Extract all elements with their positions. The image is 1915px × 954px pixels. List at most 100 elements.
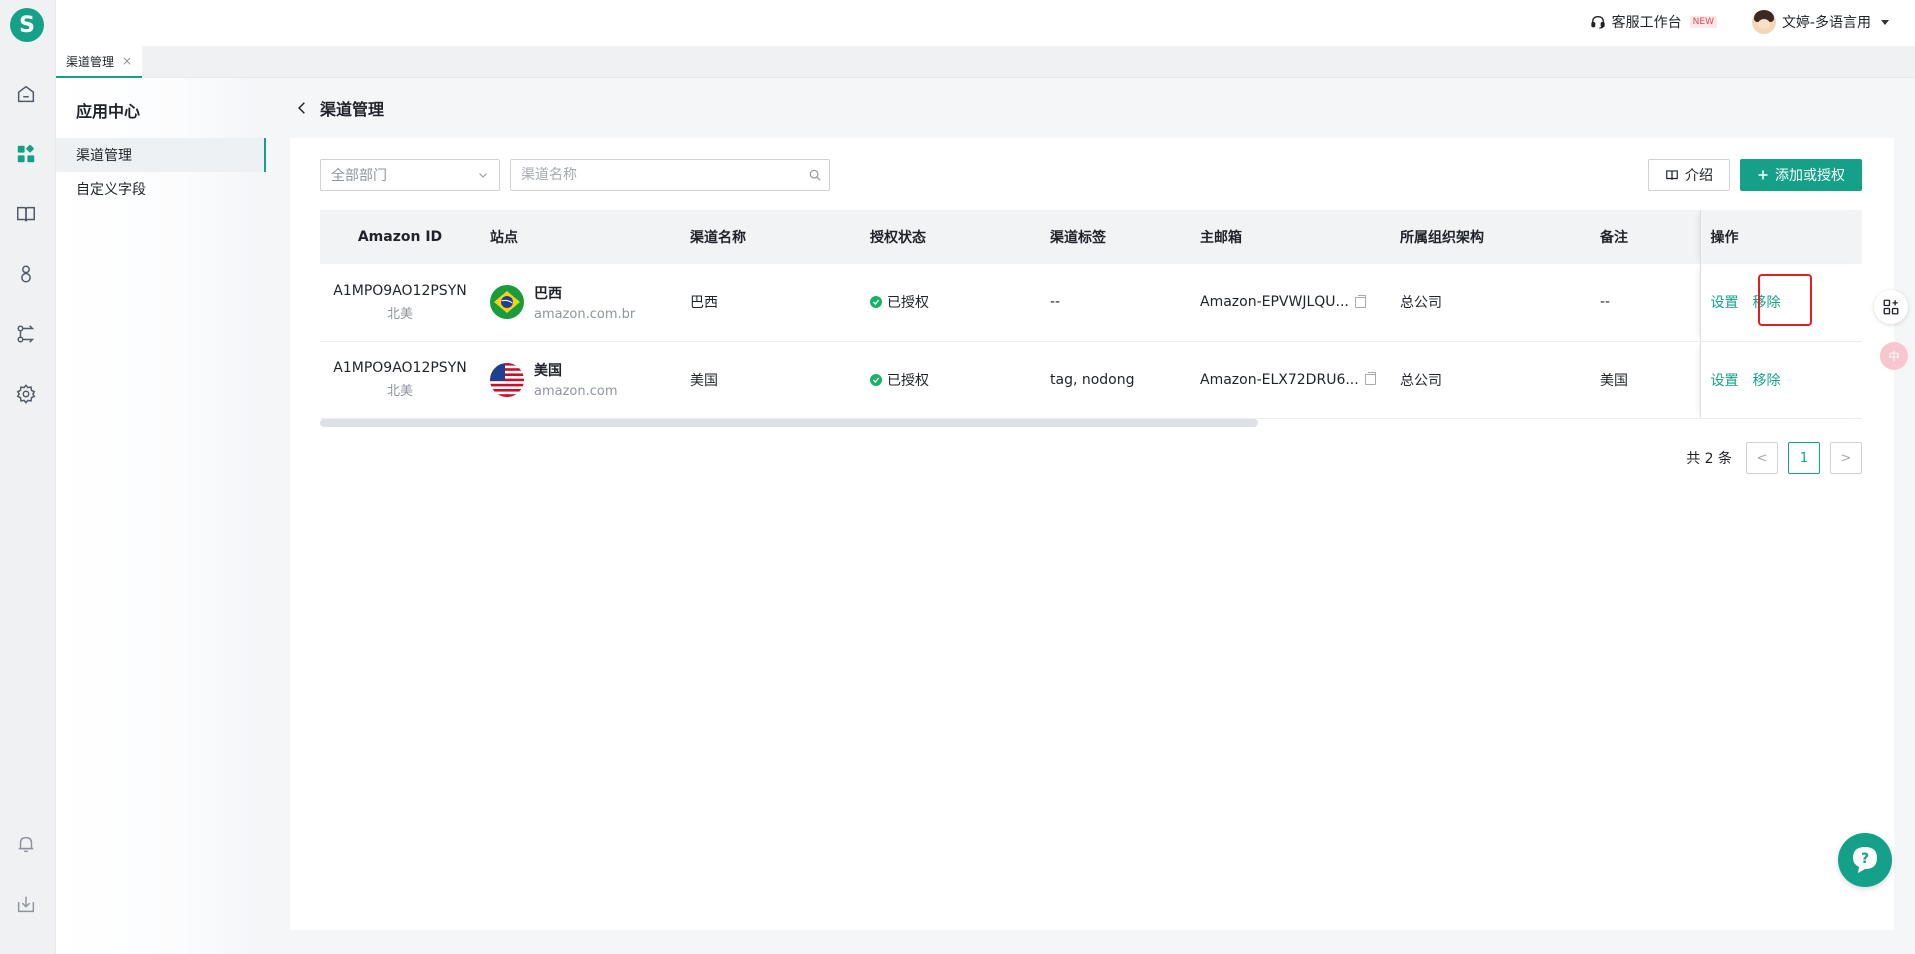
col-organization: 所属组织架构 bbox=[1390, 210, 1590, 264]
channel-name: 美国 bbox=[680, 341, 860, 419]
channel-tags: -- bbox=[1040, 264, 1190, 342]
download-icon[interactable] bbox=[14, 892, 38, 916]
next-page-button[interactable]: > bbox=[1830, 442, 1862, 474]
headset-icon bbox=[1591, 15, 1605, 29]
language-badge[interactable]: 中 bbox=[1880, 342, 1908, 370]
top-bar: 客服工作台 NEW 文婷-多语言用 bbox=[56, 0, 1915, 46]
table-row: A1MPO9AO12PSYN 北美 美国 amazon.com 美国 已授权 t… bbox=[320, 341, 1862, 419]
apps-icon[interactable] bbox=[14, 142, 38, 166]
department-select[interactable]: 全部部门 bbox=[320, 159, 500, 191]
region: 北美 bbox=[386, 306, 413, 322]
auth-status-cell: 已授权 bbox=[860, 264, 1040, 342]
new-badge: NEW bbox=[1689, 16, 1717, 28]
horizontal-scrollbar[interactable] bbox=[320, 419, 1258, 427]
amazon-id-cell: A1MPO9AO12PSYN 北美 bbox=[320, 341, 480, 419]
auth-status: 已授权 bbox=[887, 372, 929, 389]
sidebar-item-label: 渠道管理 bbox=[76, 148, 132, 164]
search-input[interactable] bbox=[511, 167, 801, 183]
remove-link[interactable]: 移除 bbox=[1753, 373, 1781, 389]
user-name: 文婷-多语言用 bbox=[1781, 15, 1871, 31]
app-add-icon[interactable] bbox=[1874, 290, 1908, 324]
usa-flag-icon bbox=[490, 362, 524, 397]
help-chat-icon: ? bbox=[1853, 847, 1877, 873]
plus-icon bbox=[1758, 170, 1768, 180]
site-cell: 美国 amazon.com bbox=[480, 341, 680, 419]
help-button[interactable]: ? bbox=[1838, 833, 1892, 887]
operations-cell: 设置 移除 bbox=[1699, 264, 1862, 342]
flow-icon[interactable] bbox=[14, 322, 38, 346]
avatar bbox=[1751, 10, 1776, 34]
main-card: 全部部门 介绍 添加或授权 Amazon ID 站点 渠道名称 授权状态 渠道标… bbox=[290, 138, 1894, 930]
back-icon[interactable] bbox=[292, 98, 312, 118]
page-title: 渠道管理 bbox=[320, 100, 385, 119]
add-or-authorize-button[interactable]: 添加或授权 bbox=[1740, 159, 1862, 191]
primary-email: Amazon-EPVWJLQU... bbox=[1200, 294, 1349, 311]
col-auth-status: 授权状态 bbox=[860, 210, 1040, 264]
close-icon[interactable]: × bbox=[122, 54, 132, 68]
sidebar-item-label: 自定义字段 bbox=[76, 182, 146, 198]
email-cell: Amazon-ELX72DRU6... bbox=[1190, 341, 1390, 419]
col-amazon-id: Amazon ID bbox=[320, 210, 480, 264]
add-button-label: 添加或授权 bbox=[1775, 168, 1845, 184]
intro-button-label: 介绍 bbox=[1685, 168, 1713, 184]
prev-page-button[interactable]: < bbox=[1746, 442, 1778, 474]
book-icon bbox=[1666, 170, 1678, 180]
site-url: amazon.com.br bbox=[534, 306, 636, 322]
workspace-link[interactable]: 客服工作台 NEW bbox=[1590, 12, 1717, 32]
gear-icon[interactable] bbox=[14, 382, 38, 406]
channel-tags: tag, nodong bbox=[1040, 341, 1190, 419]
auth-status-cell: 已授权 bbox=[860, 341, 1040, 419]
amazon-id: A1MPO9AO12PSYN bbox=[333, 360, 467, 376]
email-cell: Amazon-EPVWJLQU... bbox=[1190, 264, 1390, 342]
sidebar-title: 应用中心 bbox=[76, 102, 141, 121]
left-rail: S bbox=[0, 0, 56, 954]
home-icon[interactable] bbox=[14, 82, 38, 106]
book-icon[interactable] bbox=[14, 202, 38, 226]
search-icon[interactable] bbox=[801, 168, 829, 182]
check-circle-icon bbox=[870, 373, 882, 386]
copy-icon[interactable] bbox=[1364, 372, 1376, 385]
amazon-id-cell: A1MPO9AO12PSYN 北美 bbox=[320, 264, 480, 342]
settings-link[interactable]: 设置 bbox=[1711, 295, 1739, 311]
page-header: 渠道管理 bbox=[266, 78, 1915, 138]
pagination: 共 2 条 < 1 > bbox=[1686, 442, 1862, 474]
tabs-bar: 渠道管理 × bbox=[56, 46, 1915, 78]
department-select-value: 全部部门 bbox=[331, 168, 387, 184]
sidebar-item-custom-fields[interactable]: 自定义字段 bbox=[56, 172, 266, 206]
total-count: 共 2 条 bbox=[1686, 451, 1732, 467]
channel-search bbox=[510, 159, 830, 191]
copy-icon[interactable] bbox=[1354, 294, 1366, 308]
col-channel-tags: 渠道标签 bbox=[1040, 210, 1190, 264]
intro-button[interactable]: 介绍 bbox=[1648, 159, 1730, 191]
primary-email: Amazon-ELX72DRU6... bbox=[1200, 371, 1359, 388]
bell-icon[interactable] bbox=[14, 832, 38, 856]
organization: 总公司 bbox=[1390, 341, 1590, 419]
site-name: 巴西 bbox=[534, 285, 562, 302]
col-channel-name: 渠道名称 bbox=[680, 210, 860, 264]
sidebar-item-channel-management[interactable]: 渠道管理 bbox=[56, 138, 266, 172]
brand-logo[interactable]: S bbox=[10, 8, 44, 42]
tab-channel-management[interactable]: 渠道管理 × bbox=[56, 46, 143, 78]
channel-name: 巴西 bbox=[680, 264, 860, 342]
page-1-button[interactable]: 1 bbox=[1788, 442, 1820, 474]
chevron-down-icon bbox=[479, 173, 487, 178]
remove-link[interactable]: 移除 bbox=[1753, 295, 1781, 311]
secondary-sidebar: 应用中心 渠道管理 自定义字段 bbox=[56, 78, 266, 954]
operations-cell: 设置 移除 bbox=[1699, 341, 1862, 419]
table-header-row: Amazon ID 站点 渠道名称 授权状态 渠道标签 主邮箱 所属组织架构 备… bbox=[320, 210, 1862, 264]
site-cell: 巴西 amazon.com.br bbox=[480, 264, 680, 342]
table-row: A1MPO9AO12PSYN 北美 巴西 amazon.com.br 巴西 已授… bbox=[320, 264, 1862, 342]
col-site: 站点 bbox=[480, 210, 680, 264]
user-group-icon[interactable] bbox=[14, 262, 38, 286]
col-primary-email: 主邮箱 bbox=[1190, 210, 1390, 264]
auth-status: 已授权 bbox=[887, 295, 929, 312]
note: 美国 bbox=[1590, 341, 1700, 419]
col-operations: 操作 bbox=[1699, 210, 1862, 264]
col-note: 备注 bbox=[1590, 210, 1700, 264]
organization: 总公司 bbox=[1390, 264, 1590, 342]
check-circle-icon bbox=[870, 296, 882, 309]
settings-link[interactable]: 设置 bbox=[1711, 373, 1739, 389]
user-menu[interactable]: 文婷-多语言用 bbox=[1751, 10, 1889, 34]
brazil-flag-icon bbox=[490, 285, 524, 320]
channel-table: Amazon ID 站点 渠道名称 授权状态 渠道标签 主邮箱 所属组织架构 备… bbox=[320, 210, 1862, 419]
